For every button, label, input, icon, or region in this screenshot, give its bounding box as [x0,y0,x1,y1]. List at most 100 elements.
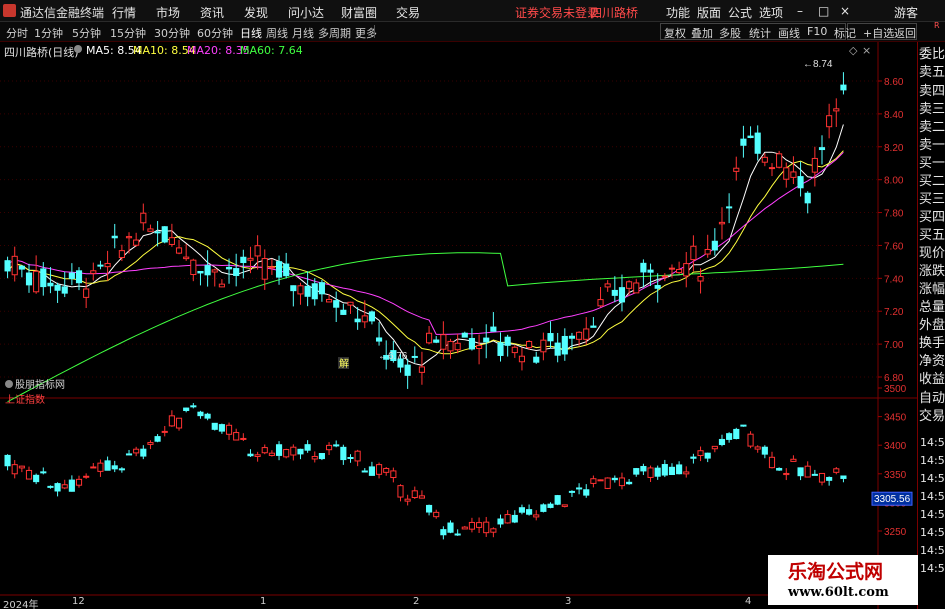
tab-15min[interactable]: 15分钟 [110,25,146,41]
maximize-button[interactable]: □ [818,4,829,18]
candle-body [447,340,454,352]
price-tick-label: 7.60 [884,241,904,252]
draw-line-button[interactable]: 画线 [778,25,800,41]
guest-user-label[interactable]: 游客 [894,4,918,21]
menu-formula[interactable]: 公式 [728,4,752,21]
panel-item[interactable]: 自动 [919,392,945,406]
tab-1min[interactable]: 1分钟 [34,25,63,41]
index-candle-body [147,442,154,445]
diamond-icon[interactable]: ◇ [849,44,857,57]
candle-body [633,282,640,294]
f10-button[interactable]: F10 [807,25,827,38]
candle-body [526,341,533,349]
index-candle-body [154,436,161,442]
menu-discover[interactable]: 发现 [244,4,268,21]
candle-body [590,325,597,328]
index-candle-body [268,452,275,456]
candle-body [761,156,768,163]
candle-body [154,231,161,234]
back-button[interactable]: 返回 [894,25,916,41]
index-candle-body [747,433,754,447]
candle-body [818,147,826,151]
candle-body [75,270,83,284]
candle-body [318,282,325,295]
candle-body [483,337,490,343]
index-tick-label: 3450 [884,413,907,424]
tab-5min[interactable]: 5分钟 [72,25,101,41]
settings-dot-icon[interactable] [74,45,82,53]
statistics-button[interactable]: 统计 [749,25,771,41]
overlay-button[interactable]: 叠加 [691,25,713,41]
tab-timeshare[interactable]: 分时 [6,25,28,41]
menu-fortune[interactable]: 财富圈 [341,4,377,21]
menu-functions[interactable]: 功能 [666,4,690,21]
mark-button[interactable]: 标记 [834,25,856,41]
index-candle-body [540,504,547,512]
tab-daily[interactable]: 日线 [240,25,262,41]
index-candle-body [397,485,404,498]
add-watchlist-button[interactable]: +自选 [863,25,894,41]
panel-item[interactable]: 交易 [919,410,945,424]
sub-settings-dot-icon[interactable] [5,380,13,388]
panel-item: 涨幅 [919,282,945,297]
date-tick: 2024年 [3,600,39,609]
candle-body [47,282,54,287]
index-candle-body [125,453,133,456]
tab-60min[interactable]: 60分钟 [197,25,233,41]
index-candle-body [4,454,11,467]
price-tick-label: 8.00 [884,176,904,187]
price-tick-label: 7.20 [884,307,904,318]
minimize-button[interactable]: – [797,4,803,18]
menu-layout[interactable]: 版面 [697,4,721,21]
candle-body [183,256,190,260]
candle-body [311,283,318,300]
index-candle-body [133,448,140,454]
index-candle-body [633,468,640,475]
candle-body [547,333,554,342]
index-candle-body [668,466,676,476]
menu-ask[interactable]: 问小达 [288,4,324,21]
index-candle-body [797,467,804,477]
index-candle-body [340,446,347,461]
index-candle-body [304,444,311,451]
index-candle-body [25,469,33,480]
menu-trade[interactable]: 交易 [396,4,420,21]
index-candle-body [568,490,576,493]
login-status[interactable]: 证券交易未登录 [515,4,599,21]
restore-rights-button[interactable]: 复权 [664,25,686,41]
date-tick: 1 [260,596,267,607]
close-button[interactable]: × [840,4,850,18]
candle-body [690,245,697,261]
candle-body [833,108,840,112]
candle-body [247,257,254,261]
index-candle-body [440,529,447,536]
index-candle-body [404,498,411,502]
menu-news[interactable]: 资讯 [200,4,224,21]
menu-market-quotes[interactable]: 行情 [112,4,136,21]
tab-monthly[interactable]: 月线 [292,25,314,41]
index-candle-body [761,446,768,455]
candle-body [561,335,568,355]
menu-options[interactable]: 选项 [759,4,783,21]
close-chart-icon[interactable]: × [862,44,871,57]
multi-stock-button[interactable]: 多股 [719,25,741,41]
candle-body [190,259,197,276]
candle-body [754,132,761,154]
index-candle-body [468,521,476,530]
menu-market[interactable]: 市场 [156,4,180,21]
watermark-logo: 乐淘公式网 www.60lt.com [768,555,918,605]
candle-body [426,332,433,344]
kline-chart[interactable]: 8.60 8.40 8.20 8.00 7.80 7.60 7.40 7.20 7.00 6.80… [0,42,917,609]
candle-body [647,269,654,273]
index-candle-body [183,407,190,412]
candle-body [740,138,747,146]
candle-body [254,245,261,257]
tab-multi-period[interactable]: 多周期 [318,25,351,41]
tab-weekly[interactable]: 周线 [266,25,288,41]
candle-body [811,157,818,173]
tab-30min[interactable]: 30分钟 [154,25,190,41]
index-candle-body [504,514,511,524]
index-candle-body [576,487,583,490]
candle-body [54,284,61,291]
index-candle-body [161,430,168,433]
